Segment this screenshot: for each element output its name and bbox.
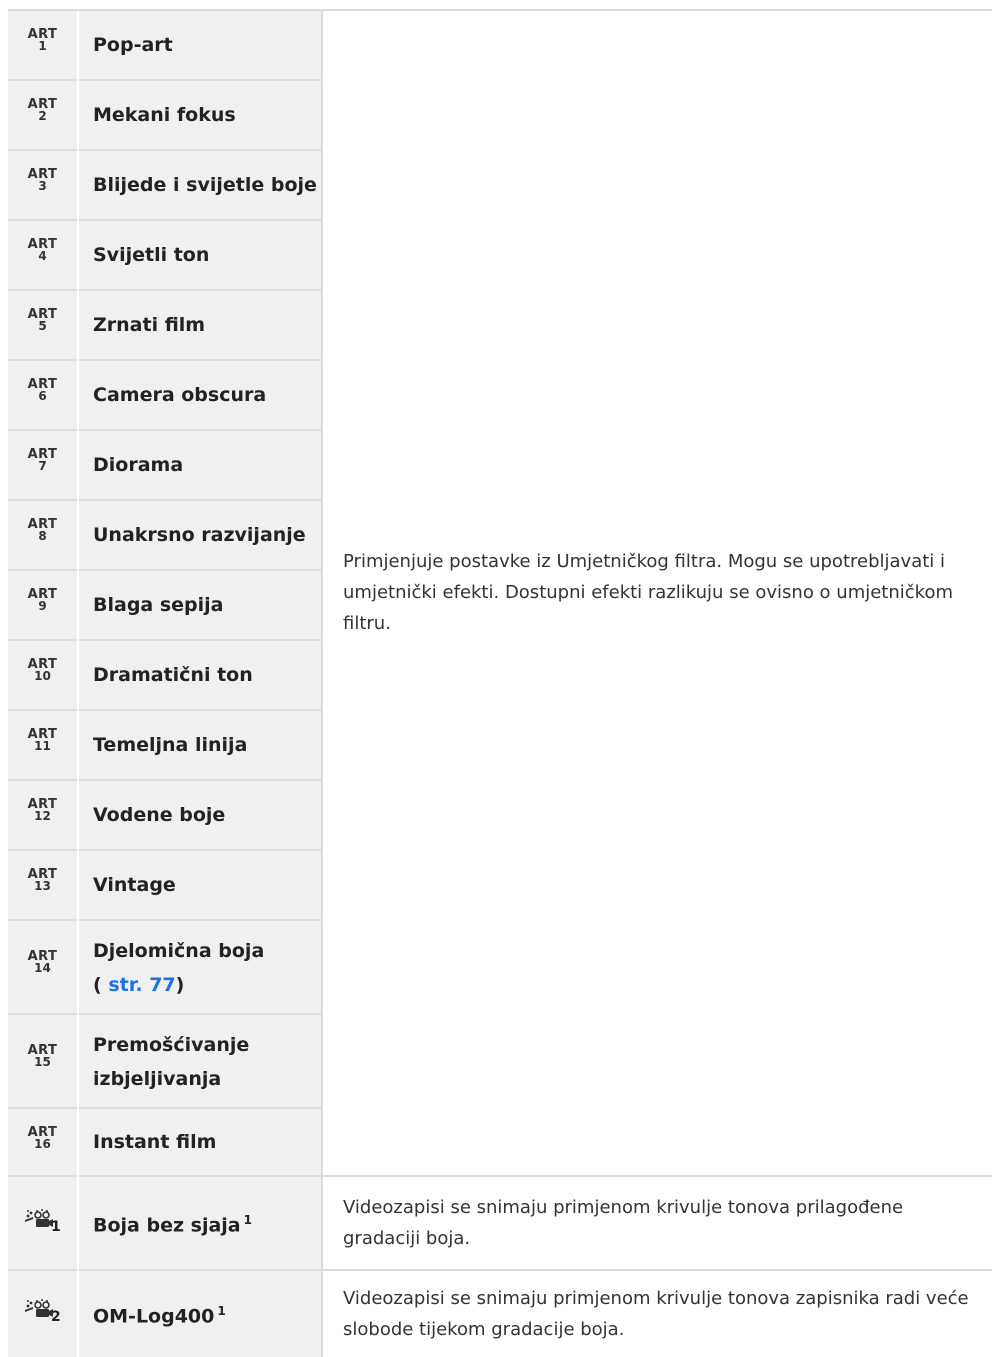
table-row: ART 5 Zrnati film (8, 291, 321, 361)
table-row: ART 1 Pop-art (8, 11, 321, 81)
video-profile-icon: 2 (8, 1271, 77, 1357)
video-description: Videozapisi se snimaju primjenom krivulj… (343, 1197, 904, 1249)
art-icon: ART 14 (8, 921, 77, 1015)
art-icon: ART 15 (8, 1015, 77, 1109)
table-row: ART 16 Instant film (8, 1109, 321, 1177)
table-row: ART 2 Mekani fokus (8, 81, 321, 151)
art-icon: ART 1 (8, 11, 77, 81)
art-icon: ART 12 (8, 781, 77, 851)
mode-name: Unakrsno razvijanje (79, 501, 321, 571)
art-icon: ART 4 (8, 221, 77, 291)
art-icon: ART 8 (8, 501, 77, 571)
mode-name: Blijede i svijetle boje (79, 151, 321, 221)
table-row: 2 OM-Log400 1 (8, 1271, 321, 1357)
table-row: ART 14 Djelomična boja( str. 77) (8, 921, 321, 1015)
table-row: ART 4 Svijetli ton (8, 221, 321, 291)
table-row: ART 12 Vodene boje (8, 781, 321, 851)
table-row: ART 3 Blijede i svijetle boje (8, 151, 321, 221)
table-row: ART 6 Camera obscura (8, 361, 321, 431)
mode-name: Dramatični ton (79, 641, 321, 711)
table-row: ART 10 Dramatični ton (8, 641, 321, 711)
mode-name: Zrnati film (79, 291, 321, 361)
art-icon: ART 7 (8, 431, 77, 501)
mode-name: Pop-art (79, 11, 321, 81)
video-description-cell: Videozapisi se snimaju primjenom krivulj… (321, 1271, 992, 1357)
mode-name: Djelomična boja( str. 77) (79, 921, 321, 1015)
table-row: ART 9 Blaga sepija (8, 571, 321, 641)
mode-name: Camera obscura (79, 361, 321, 431)
table-row: ART 15 Premošćivanje izbjeljivanja (8, 1015, 321, 1109)
art-icon: ART 9 (8, 571, 77, 641)
mode-name: Blaga sepija (79, 571, 321, 641)
video-description: Videozapisi se snimaju primjenom krivulj… (343, 1288, 969, 1340)
video-description-cell: Videozapisi se snimaju primjenom krivulj… (321, 1177, 992, 1271)
table-row: ART 13 Vintage (8, 851, 321, 921)
page-link[interactable]: str. 77 (108, 974, 175, 996)
art-icon: ART 5 (8, 291, 77, 361)
video-profile-icon: 1 (8, 1177, 77, 1271)
art-icon: ART 16 (8, 1109, 77, 1177)
art-icon: ART 2 (8, 81, 77, 151)
mode-name: Boja bez sjaja 1 (79, 1177, 321, 1271)
mode-name: OM-Log400 1 (79, 1271, 321, 1357)
mode-name: Diorama (79, 431, 321, 501)
table-row: 1 Boja bez sjaja 1 (8, 1177, 321, 1271)
mode-name: Svijetli ton (79, 221, 321, 291)
mode-name: Premošćivanje izbjeljivanja (79, 1015, 321, 1109)
mode-name: Mekani fokus (79, 81, 321, 151)
table-row: ART 8 Unakrsno razvijanje (8, 501, 321, 571)
mode-name: Vintage (79, 851, 321, 921)
art-icon: ART 3 (8, 151, 77, 221)
table-row: ART 7 Diorama (8, 431, 321, 501)
mode-name: Instant film (79, 1109, 321, 1177)
art-icon: ART 13 (8, 851, 77, 921)
mode-name: Temeljna linija (79, 711, 321, 781)
mode-name: Vodene boje (79, 781, 321, 851)
table-row: ART 11 Temeljna linija (8, 711, 321, 781)
art-description: Primjenjuje postavke iz Umjetničkog filt… (343, 551, 953, 634)
art-icon: ART 6 (8, 361, 77, 431)
art-icon: ART 10 (8, 641, 77, 711)
art-description-cell: Primjenjuje postavke iz Umjetničkog filt… (321, 10, 992, 1177)
art-icon: ART 11 (8, 711, 77, 781)
